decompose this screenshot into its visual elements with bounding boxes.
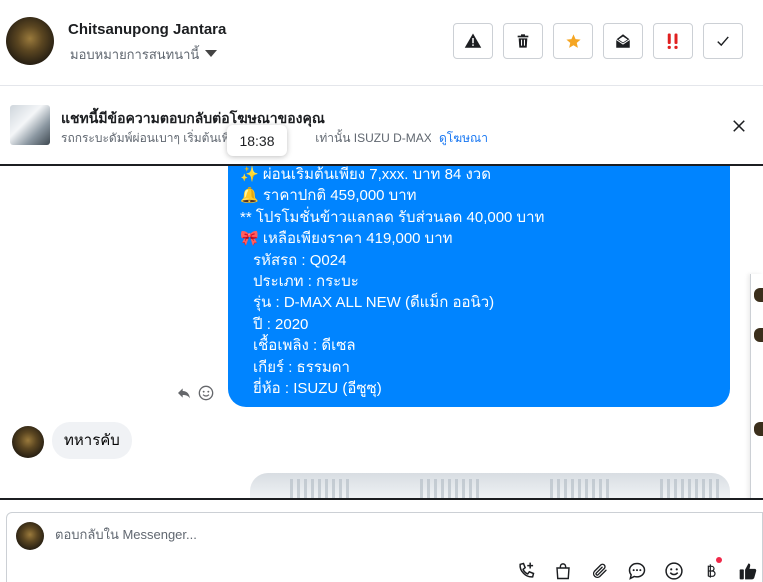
reply-input[interactable]	[55, 527, 555, 542]
trash-icon	[517, 34, 529, 48]
page-avatar	[16, 522, 44, 550]
check-icon	[717, 36, 729, 47]
baht-icon	[707, 564, 716, 578]
attach-button[interactable]	[588, 559, 612, 582]
emoji-icon	[665, 562, 683, 580]
composer-box	[6, 512, 763, 582]
saved-replies-button[interactable]	[625, 559, 649, 582]
side-panel-edge[interactable]	[750, 274, 763, 498]
incoming-message-bubble[interactable]: ทหารคับ	[52, 422, 132, 459]
mark-spam-button[interactable]	[453, 23, 493, 59]
react-button[interactable]	[198, 385, 214, 401]
add-contact-icon	[519, 562, 535, 578]
reply-button[interactable]	[176, 385, 192, 401]
mark-done-button[interactable]	[703, 23, 743, 59]
timestamp-tooltip: 18:38	[227, 125, 287, 156]
ad-description-tail: เท่านั้น ISUZU D-MAX A...	[315, 131, 431, 145]
message-line: 🔔 ราคาปกติ 459,000 บาท	[240, 187, 417, 205]
message-line: เชื้อเพลิง : ดีเซล	[253, 337, 356, 355]
notification-dot	[716, 557, 722, 563]
composer-area	[0, 498, 763, 582]
assign-conversation-dropdown[interactable]: มอบหมายการสนทนานี้	[70, 44, 218, 65]
message-thread[interactable]: ✨ ผ่อนเริ่มต้นเพียง 7,xxx. บาท 84 งวด 🔔 …	[0, 166, 763, 498]
message-line: 🎀 เหลือเพียงราคา 419,000 บาท	[240, 230, 453, 248]
delete-conversation-button[interactable]	[503, 23, 543, 59]
contact-avatar-small[interactable]	[12, 426, 44, 458]
add-contact-button[interactable]	[514, 559, 538, 582]
star-conversation-button[interactable]	[553, 23, 593, 59]
view-ad-link[interactable]: ดูโฆษณา	[439, 129, 488, 148]
contact-avatar[interactable]	[6, 17, 54, 65]
message-line: ✨ ผ่อนเริ่มต้นเพียง 7,xxx. บาท 84 งวด	[240, 166, 491, 183]
follow-up-button[interactable]	[653, 23, 693, 59]
message-line: รหัสรถ : Q024	[253, 251, 347, 269]
warning-icon	[464, 33, 482, 48]
messenger-conversation-view: Chitsanupong Jantara มอบหมายการสนทนานี้	[0, 0, 763, 582]
message-line: ปี : 2020	[253, 315, 309, 333]
thumbs-up-icon	[739, 563, 757, 580]
follow-up-icon	[667, 33, 678, 50]
close-banner-button[interactable]	[729, 116, 749, 136]
mark-unread-button[interactable]	[603, 23, 643, 59]
shop-button[interactable]	[551, 559, 575, 582]
ad-description-text: รถกระบะดัมพ์ผ่อนเบาๆ เริ่มต้นเพียง	[61, 131, 243, 145]
assign-conversation-label: มอบหมายการสนทนานี้	[70, 47, 200, 62]
caret-down-icon	[205, 50, 218, 57]
message-line: รุ่น : D-MAX ALL NEW (ดีแม็ก ออนิว)	[253, 294, 495, 312]
image-message[interactable]	[250, 473, 730, 498]
message-line: ** โปรโมชั่นข้าวแลกลด รับส่วนลด 40,000 บ…	[240, 208, 545, 226]
like-button[interactable]	[736, 559, 760, 582]
close-icon	[733, 120, 745, 132]
composer-toolbar	[514, 557, 760, 582]
envelope-open-icon	[615, 34, 631, 48]
chat-bubble-icon	[628, 562, 646, 580]
message-line: ประเภท : กระบะ	[253, 272, 359, 290]
ad-reply-banner: แชทนี้มีข้อความตอบกลับต่อโฆษณาของคุณ รถก…	[0, 86, 763, 166]
reply-icon	[178, 388, 190, 399]
message-hover-tools	[176, 385, 214, 401]
contact-name[interactable]: Chitsanupong Jantara	[68, 21, 226, 38]
payment-button[interactable]	[699, 557, 723, 582]
smiley-icon	[198, 385, 214, 401]
emoji-button[interactable]	[662, 559, 686, 582]
shopping-bag-icon	[556, 563, 570, 580]
conversation-header: Chitsanupong Jantara มอบหมายการสนทนานี้	[0, 0, 763, 86]
message-line: เกียร์ : ธรรมดา	[253, 358, 350, 376]
conversation-actions	[453, 23, 743, 59]
message-line: ยี่ห้อ : ISUZU (อีซูซุ)	[253, 379, 382, 397]
ad-thumbnail[interactable]	[10, 105, 50, 145]
star-icon	[565, 33, 581, 48]
paperclip-icon	[593, 563, 607, 578]
outgoing-message-bubble[interactable]: ✨ ผ่อนเริ่มต้นเพียง 7,xxx. บาท 84 งวด 🔔 …	[228, 166, 730, 407]
